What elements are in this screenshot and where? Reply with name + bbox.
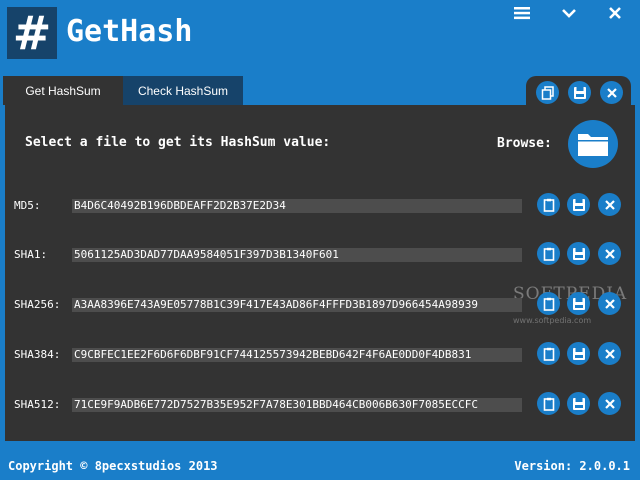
close-icon [604,298,615,309]
sha1-copy-button[interactable] [537,242,560,265]
clipboard-icon [543,397,554,411]
tab-check-hashsum[interactable]: Check HashSum [123,76,243,105]
hash-logo-icon: # [12,6,52,60]
version-text: Version: 2.0.0.1 [514,459,630,473]
close-icon [604,398,615,409]
copy-icon [541,85,554,100]
save-icon [572,397,585,410]
app-logo: # [7,7,57,59]
save-all-button[interactable] [568,81,591,104]
sha384-label: SHA384: [14,348,61,361]
sha384-copy-button[interactable] [537,342,560,365]
clipboard-icon [543,247,554,261]
close-icon [604,199,615,210]
sha1-label: SHA1: [14,248,48,261]
save-icon [573,86,586,99]
save-icon [572,198,585,211]
md5-label: MD5: [14,199,41,212]
sha1-save-button[interactable] [567,242,590,265]
sha256-save-button[interactable] [567,292,590,315]
close-icon [606,87,617,98]
copy-all-button[interactable] [536,81,559,104]
sha384-value-field[interactable]: C9CBFEC1EE2F6D6F6DBF91CF744125573942BEBD… [72,348,522,362]
sha256-value-field[interactable]: A3AA8396E743A9E05778B1C39F417E43AD86F4FF… [72,298,522,312]
close-icon [609,7,621,19]
sha512-copy-button[interactable] [537,392,560,415]
clear-all-button[interactable] [600,81,623,104]
sha512-label: SHA512: [14,398,61,411]
watermark-url: www.softpedia.com [513,316,592,325]
title-bar: # GetHash [0,0,640,76]
sha256-label: SHA256: [14,298,61,311]
clipboard-icon [543,347,554,361]
md5-value-field[interactable]: B4D6C40492B196DBDEAFF2D2B37E2D34 [72,199,522,213]
close-window-button[interactable] [603,2,627,24]
save-icon [572,347,585,360]
save-icon [572,297,585,310]
file-prompt: Select a file to get its HashSum value: [25,135,331,150]
tab-get-hashsum[interactable]: Get HashSum [3,76,123,105]
sha384-save-button[interactable] [567,342,590,365]
sha512-clear-button[interactable] [598,392,621,415]
sha256-clear-button[interactable] [598,292,621,315]
md5-save-button[interactable] [567,193,590,216]
main-panel [5,105,635,441]
copyright-text: Copyright © 8pecxstudios 2013 [8,459,218,473]
close-icon [604,248,615,259]
menu-button[interactable] [510,2,534,24]
minimize-button[interactable] [557,2,581,24]
sha1-clear-button[interactable] [598,242,621,265]
sha512-save-button[interactable] [567,392,590,415]
sha256-copy-button[interactable] [537,292,560,315]
clipboard-icon [543,198,554,212]
app-title: GetHash [66,14,193,49]
global-actions [526,76,631,108]
chevron-down-icon [562,9,576,18]
save-icon [572,247,585,260]
folder-icon [578,134,608,156]
md5-copy-button[interactable] [537,193,560,216]
md5-clear-button[interactable] [598,193,621,216]
browse-label: Browse: [497,136,552,151]
sha1-value-field[interactable]: 5061125AD3DAD77DAA9584051F397D3B1340F601 [72,248,522,262]
close-icon [604,348,615,359]
clipboard-icon [543,297,554,311]
tab-bar: Get HashSum Check HashSum [3,76,243,105]
sha384-clear-button[interactable] [598,342,621,365]
menu-icon [514,7,530,20]
browse-button[interactable] [568,120,618,168]
sha512-value-field[interactable]: 71CE9F9ADB6E772D7527B35E952F7A78E301BBD4… [72,398,522,412]
